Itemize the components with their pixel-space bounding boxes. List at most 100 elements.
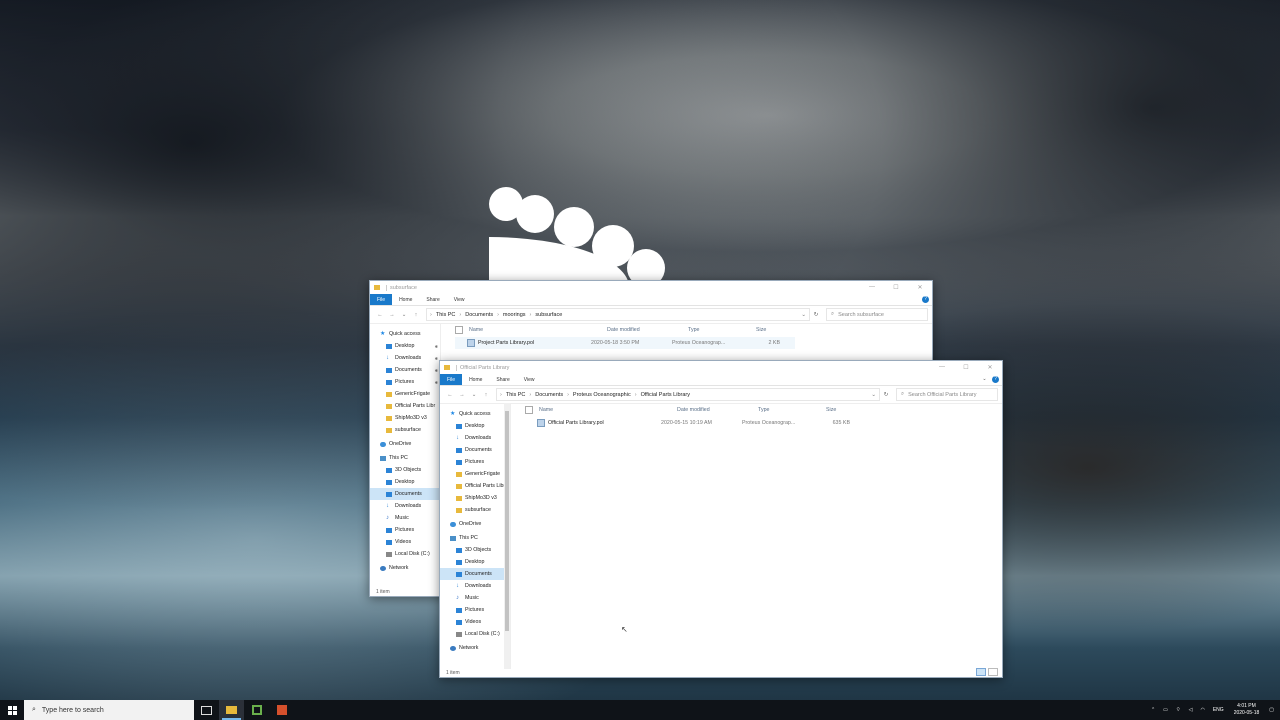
large-icons-view-icon[interactable] (988, 668, 998, 676)
nav-item-music[interactable]: ♪ Music (370, 512, 440, 524)
red-app-icon[interactable] (269, 700, 294, 720)
help-icon[interactable]: ? (992, 376, 999, 383)
select-all-checkbox[interactable] (455, 326, 463, 334)
explorer-window-official-parts-library[interactable]: Official Parts Library — ☐ ✕ File Home S… (439, 360, 1003, 678)
column-name[interactable]: Name (469, 327, 607, 333)
green-app-icon[interactable] (244, 700, 269, 720)
tab-view[interactable]: View (447, 294, 472, 305)
tab-share[interactable]: Share (489, 374, 516, 385)
nav-item-genericfrigate[interactable]: GenericFrigate (370, 388, 440, 400)
nav-item-videos[interactable]: Videos (370, 536, 440, 548)
nav-item-subsurface[interactable]: subsurface (440, 504, 510, 516)
close-button[interactable]: ✕ (908, 284, 932, 291)
nav-item-downloads[interactable]: ↓ Downloads (370, 500, 440, 512)
nav-scrollbar[interactable] (504, 403, 510, 669)
nav-item-shipmo3d-v3[interactable]: ShipMo3D v3 (440, 492, 510, 504)
file-explorer-icon[interactable] (219, 700, 244, 720)
breadcrumb-this-pc[interactable]: This PC (436, 312, 456, 318)
column-name[interactable]: Name (539, 407, 677, 413)
task-view-icon[interactable] (194, 700, 219, 720)
nav-item-desktop[interactable]: Desktop✱ (440, 420, 510, 432)
nav-item-official-parts-libr[interactable]: Official Parts Libr (370, 400, 440, 412)
column-date[interactable]: Date modified (677, 407, 758, 413)
column-date[interactable]: Date modified (607, 327, 688, 333)
show-hidden-icons-icon[interactable]: ⌃ (1151, 707, 1155, 713)
nav-item-documents[interactable]: Documents (370, 488, 440, 500)
nav-item-documents[interactable]: Documents✱ (440, 444, 510, 456)
column-type[interactable]: Type (758, 407, 826, 413)
wifi-icon[interactable]: ◠ (1200, 707, 1204, 713)
breadcrumb-official-parts-library[interactable]: Official Parts Library (641, 392, 690, 398)
breadcrumb-proteus-oceanographic[interactable]: Proteus Oceanographic (573, 392, 631, 398)
maximize-button[interactable]: ☐ (884, 284, 908, 291)
nav-item-network[interactable]: Network (440, 642, 510, 654)
recent-dropdown-icon[interactable]: ⌄ (468, 392, 480, 398)
nav-item-this-pc[interactable]: This PC (440, 532, 510, 544)
battery-icon[interactable]: ▭ (1163, 707, 1168, 713)
nav-item-shipmo3d-v3[interactable]: ShipMo3D v3 (370, 412, 440, 424)
breadcrumb[interactable]: › This PC › Documents › Proteus Oceanograp… (496, 388, 880, 401)
maximize-button[interactable]: ☐ (954, 364, 978, 371)
tab-home[interactable]: Home (392, 294, 419, 305)
clock[interactable]: 4:01 PM 2020-05-18 (1234, 703, 1260, 717)
nav-item-downloads[interactable]: ↓Downloads✱ (370, 352, 440, 364)
taskbar-search-input[interactable]: ⌕ Type here to search (24, 700, 194, 720)
navigation-pane[interactable]: ★Quick accessDesktop✱↓Downloads✱Document… (440, 403, 511, 669)
navigation-pane[interactable]: ★Quick accessDesktop✱↓Downloads✱Document… (370, 323, 441, 588)
refresh-icon[interactable]: ↻ (880, 392, 892, 398)
back-arrow-icon[interactable]: ← (444, 392, 456, 398)
forward-arrow-icon[interactable]: → (386, 312, 398, 318)
close-button[interactable]: ✕ (978, 364, 1002, 371)
file-row[interactable]: Project Parts Library.pol 2020-05-18 3:5… (455, 337, 795, 349)
file-list[interactable]: Name Date modified Type Size Official Pa… (511, 403, 1002, 669)
select-all-checkbox[interactable] (525, 406, 533, 414)
nav-item-documents[interactable]: Documents (440, 568, 510, 580)
chevron-down-icon[interactable]: ⌄ (871, 392, 876, 398)
tab-home[interactable]: Home (462, 374, 489, 385)
nav-item-music[interactable]: ♪ Music (440, 592, 510, 604)
nav-item-pictures[interactable]: Pictures✱ (370, 376, 440, 388)
nav-item-desktop[interactable]: Desktop✱ (370, 340, 440, 352)
search-input[interactable]: ⌕ Search Official Parts Library (896, 388, 998, 401)
column-size[interactable]: Size (756, 327, 796, 333)
breadcrumb-subsurface[interactable]: subsurface (535, 312, 562, 318)
breadcrumb-documents[interactable]: Documents (465, 312, 493, 318)
up-arrow-icon[interactable]: ↑ (410, 312, 422, 318)
nav-item-onedrive[interactable]: OneDrive (440, 518, 510, 530)
title-bar[interactable]: subsurface — ☐ ✕ (370, 281, 932, 294)
details-view-icon[interactable] (976, 668, 986, 676)
back-arrow-icon[interactable]: ← (374, 312, 386, 318)
nav-item-quick-access[interactable]: ★ Quick access (370, 328, 440, 340)
title-bar[interactable]: Official Parts Library — ☐ ✕ (440, 361, 1002, 374)
tab-file[interactable]: File (440, 374, 463, 385)
nav-item-desktop[interactable]: Desktop (370, 476, 440, 488)
notifications-icon[interactable]: ▢ (1269, 707, 1274, 713)
input-language[interactable]: ENG (1213, 707, 1224, 713)
expand-ribbon-icon[interactable]: ⌄ (981, 376, 988, 383)
nav-item-downloads[interactable]: ↓ Downloads (440, 580, 510, 592)
nav-item-official-parts-libr[interactable]: Official Parts Libr (440, 480, 510, 492)
nav-item-pictures[interactable]: Pictures (440, 604, 510, 616)
nav-item-local-disk-c[interactable]: Local Disk (C:) (370, 548, 440, 560)
breadcrumb-documents[interactable]: Documents (535, 392, 563, 398)
help-icon[interactable]: ? (922, 296, 929, 303)
nav-item-quick-access[interactable]: ★ Quick access (440, 408, 510, 420)
breadcrumb[interactable]: › This PC › Documents › moorings › subsurfa… (426, 308, 810, 321)
start-button[interactable] (0, 700, 24, 720)
minimize-button[interactable]: — (930, 364, 954, 371)
chevron-down-icon[interactable]: ⌄ (801, 312, 806, 318)
search-input[interactable]: ⌕ Search subsurface (826, 308, 928, 321)
nav-item-desktop[interactable]: Desktop (440, 556, 510, 568)
breadcrumb-this-pc[interactable]: This PC (506, 392, 526, 398)
tab-view[interactable]: View (517, 374, 542, 385)
breadcrumb-moorings[interactable]: moorings (503, 312, 526, 318)
nav-item-downloads[interactable]: ↓Downloads✱ (440, 432, 510, 444)
refresh-icon[interactable]: ↻ (810, 312, 822, 318)
file-row[interactable]: Official Parts Library.pol 2020-05-15 10… (525, 417, 865, 429)
volume-icon[interactable]: ◁ (1189, 707, 1193, 713)
column-size[interactable]: Size (826, 407, 866, 413)
nav-item-pictures[interactable]: Pictures✱ (440, 456, 510, 468)
nav-item-onedrive[interactable]: OneDrive (370, 438, 440, 450)
nav-item-3d-objects[interactable]: 3D Objects (370, 464, 440, 476)
nav-item-documents[interactable]: Documents✱ (370, 364, 440, 376)
